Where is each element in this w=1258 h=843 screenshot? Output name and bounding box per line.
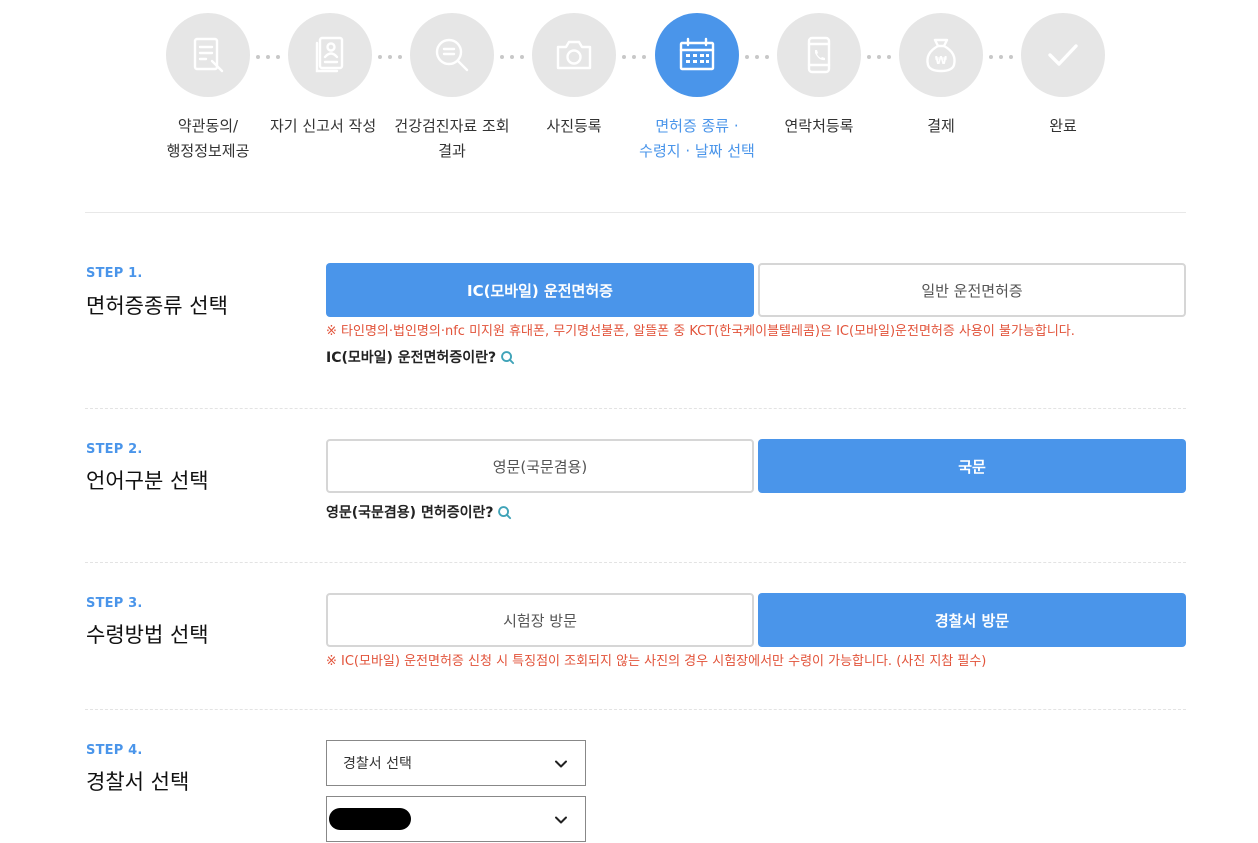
step2-title: 언어구분 선택: [86, 469, 209, 493]
progress-label-line: 사진등록: [546, 117, 602, 135]
progress-connector: [494, 55, 530, 59]
progress-label-active: 면허증 종류 · 수령지 · 날짜 선택: [627, 114, 767, 164]
progress-label: 약관동의/ 행정정보제공: [138, 114, 278, 164]
ic-mobile-license-option[interactable]: IC(모바일) 운전면허증: [326, 263, 754, 317]
money-bag-icon: ₩: [899, 13, 983, 97]
id-card-icon: [288, 13, 372, 97]
step1-number: STEP 1.: [86, 266, 143, 281]
progress-step-photo: [532, 13, 616, 97]
progress-label: 사진등록: [504, 114, 644, 139]
step1-title: 면허증종류 선택: [86, 294, 228, 318]
chevron-down-icon: [555, 760, 567, 768]
progress-label-line: 결과: [438, 142, 466, 160]
test-center-visit-option[interactable]: 시험장 방문: [326, 593, 754, 647]
search-icon: [501, 350, 515, 364]
english-language-option[interactable]: 영문(국문겸용): [326, 439, 754, 493]
step2-number: STEP 2.: [86, 442, 143, 457]
progress-step-contact: [777, 13, 861, 97]
select-value: 경찰서 선택: [343, 756, 412, 772]
check-icon: [1021, 13, 1105, 97]
progress-label: 자기 신고서 작성: [270, 114, 377, 139]
camera-icon: [532, 13, 616, 97]
progress-connector: [861, 55, 897, 59]
progress-connector: [250, 55, 286, 59]
divider: [85, 709, 1186, 710]
step4-title: 경찰서 선택: [86, 770, 190, 794]
step3-number: STEP 3.: [86, 596, 143, 611]
progress-step-health-check: [410, 13, 494, 97]
divider: [85, 212, 1186, 213]
search-icon: [498, 505, 512, 519]
korean-language-option[interactable]: 국문: [758, 439, 1186, 493]
police-station-select[interactable]: [326, 796, 586, 842]
progress-connector: [372, 55, 408, 59]
document-pen-icon: [166, 13, 250, 97]
step3-title: 수령방법 선택: [86, 623, 209, 647]
regular-license-option[interactable]: 일반 운전면허증: [758, 263, 1186, 317]
progress-label: 결제: [871, 114, 1011, 139]
step3-warning-note: ※ IC(모바일) 운전면허증 신청 시 특징점이 조회되지 않는 사진의 경우…: [326, 654, 987, 669]
progress-label-line: 건강검진자료 조회: [394, 117, 510, 135]
progress-label-line: 연락처등록: [784, 117, 854, 135]
progress-step-self-report: [288, 13, 372, 97]
english-license-info-link[interactable]: 영문(국문겸용) 면허증이란?: [326, 502, 512, 522]
progress-label-line: 결제: [927, 117, 955, 135]
progress-connector: [616, 55, 652, 59]
divider: [85, 408, 1186, 409]
progress-label-line: 완료: [1049, 117, 1077, 135]
calendar-icon: [655, 13, 739, 97]
progress-label-line: 수령지 · 날짜 선택: [639, 142, 755, 160]
progress-label: 연락처등록: [749, 114, 889, 139]
progress-step-done: [1021, 13, 1105, 97]
phone-icon: [777, 13, 861, 97]
progress-steps: ₩ 약관동의/ 행정정보제공 자기 신고서 작성 건강검진자료 조회 결과 사진…: [0, 0, 1258, 200]
police-station-visit-option[interactable]: 경찰서 방문: [758, 593, 1186, 647]
progress-label-line: 행정정보제공: [166, 142, 250, 160]
progress-label-line: 약관동의/: [177, 117, 239, 135]
info-link-label: IC(모바일) 운전면허증이란?: [326, 350, 497, 366]
progress-step-license-type: [655, 13, 739, 97]
divider: [85, 562, 1186, 563]
chevron-down-icon: [555, 816, 567, 824]
info-link-label: 영문(국문겸용) 면허증이란?: [326, 505, 494, 521]
progress-step-payment: ₩: [899, 13, 983, 97]
progress-label: 건강검진자료 조회 결과: [382, 114, 522, 164]
svg-text:₩: ₩: [935, 54, 947, 67]
progress-connector: [739, 55, 775, 59]
progress-label-line: 면허증 종류 ·: [655, 117, 739, 135]
step1-warning-note: ※ 타인명의·법인명의·nfc 미지원 휴대폰, 무기명선불폰, 알뜰폰 중 K…: [326, 324, 1075, 339]
search-document-icon: [410, 13, 494, 97]
progress-label: 완료: [993, 114, 1133, 139]
police-station-region-select[interactable]: 경찰서 선택: [326, 740, 586, 786]
redacted-value: [329, 808, 411, 830]
progress-connector: [983, 55, 1019, 59]
ic-license-info-link[interactable]: IC(모바일) 운전면허증이란?: [326, 347, 515, 367]
step4-number: STEP 4.: [86, 743, 143, 758]
progress-label-line: 자기 신고서 작성: [270, 117, 377, 135]
progress-step-terms: [166, 13, 250, 97]
